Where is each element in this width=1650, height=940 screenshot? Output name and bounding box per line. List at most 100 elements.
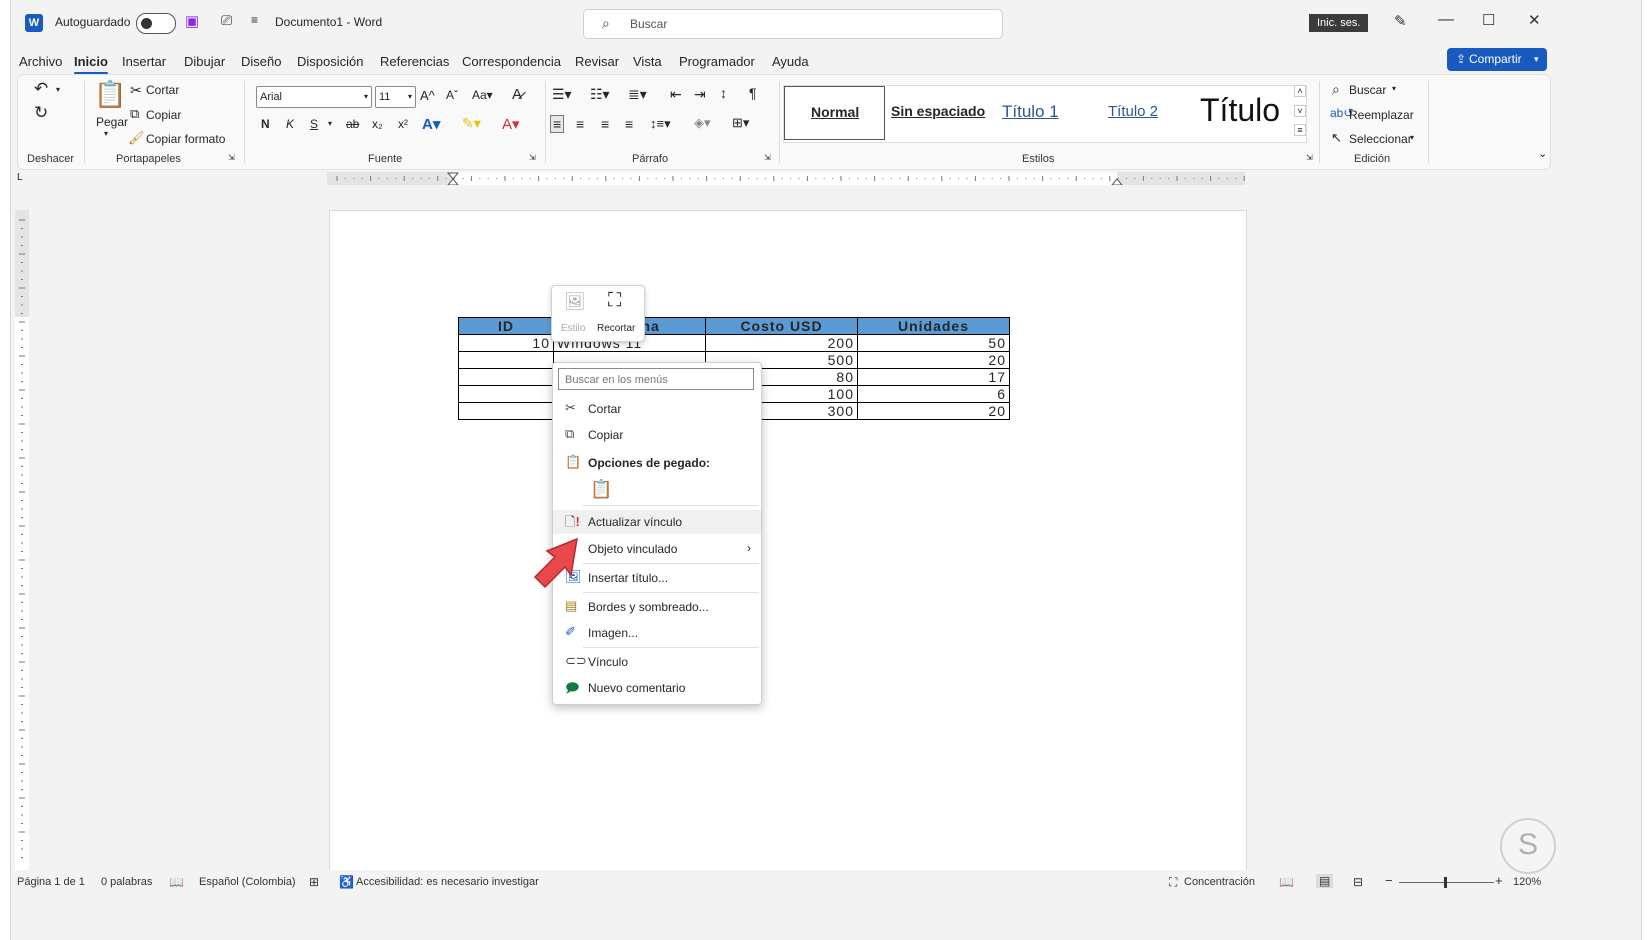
focus-mode[interactable]: Concentración [1184,876,1255,888]
find-icon[interactable]: ⌕ [1332,81,1340,98]
text-effects-icon[interactable]: A▾ [422,115,440,133]
style-no-spacing[interactable]: Sin espaciado [891,103,985,119]
minimize-button[interactable]: — [1438,11,1454,29]
underline-button[interactable]: S [310,117,318,131]
accessibility-icon[interactable]: ♿ [339,875,354,889]
tab-selector-icon[interactable]: L [17,172,23,183]
paste-dropdown-icon[interactable]: ▾ [104,129,108,138]
dialog-launcher-icon[interactable]: ⇲ [764,153,771,162]
style-heading-1[interactable]: Título 1 [1002,102,1059,122]
menu-item-copy[interactable]: ⧉ Copiar [553,423,761,447]
paste-icon[interactable]: 📋 [94,79,126,110]
style-title[interactable]: Título [1200,92,1280,129]
style-normal[interactable]: Normal [784,86,885,140]
chevron-down-icon[interactable]: ▾ [1410,133,1414,142]
multilevel-list-icon[interactable]: ≣▾ [628,86,647,103]
style-heading-2[interactable]: Título 2 [1108,103,1158,120]
dialog-launcher-icon[interactable]: ⇲ [529,153,536,162]
styles-more-icon[interactable]: ≡ [1294,124,1306,136]
tab-archivo[interactable]: Archivo [19,54,62,69]
signin-button[interactable]: Inic. ses. [1309,14,1369,32]
format-painter-label[interactable]: Copiar formato [146,132,225,146]
language[interactable]: Español (Colombia) [199,876,296,888]
dialog-launcher-icon[interactable]: ⇲ [1306,153,1313,162]
scissors-icon[interactable]: ✂ [130,82,142,99]
select-icon[interactable]: ↖ [1331,130,1342,146]
tab-dibujar[interactable]: Dibujar [184,54,225,69]
bold-button[interactable]: N [261,117,270,131]
menu-item-picture[interactable]: ✐ Imagen... [553,621,761,645]
format-painter-icon[interactable]: 🖌 [128,130,145,146]
tab-referencias[interactable]: Referencias [380,54,449,69]
collapse-ribbon-icon[interactable]: ⌄ [1538,147,1547,160]
tab-inicio[interactable]: Inicio [74,54,108,75]
menu-item-new-comment[interactable]: 🗩 Nuevo comentario [553,676,761,700]
copy-icon[interactable]: ⧉ [130,106,139,122]
shrink-font-icon[interactable]: Aˇ [446,88,458,102]
crop-icon[interactable]: ⛶ [608,290,621,312]
subscript-button[interactable]: x₂ [372,117,383,131]
tab-diseno[interactable]: Diseño [241,54,281,69]
align-right-button[interactable]: ≡ [601,116,609,132]
menu-item-cut[interactable]: ✂ Cortar [553,397,761,421]
menu-search-input[interactable]: Buscar en los menús [558,368,754,390]
pen-icon[interactable]: ✎ [1394,12,1407,30]
tab-disposicion[interactable]: Disposición [297,54,363,69]
show-marks-icon[interactable]: ¶ [749,85,757,101]
clear-format-icon[interactable]: A̷ [512,86,522,103]
numbering-icon[interactable]: ☷▾ [590,86,610,103]
menu-item-insert-caption[interactable]: 🖼 Insertar título... [553,566,761,590]
share-button[interactable]: ⇪ Compartir ▾ [1447,48,1547,71]
zoom-level[interactable]: 120% [1513,876,1541,888]
font-family-combo[interactable]: Arial ▾ [256,86,372,108]
zoom-slider-thumb[interactable] [1444,877,1447,888]
line-spacing-icon[interactable]: ↕≡▾ [650,116,671,132]
macro-icon[interactable]: ⊞ [309,875,319,889]
borders-icon[interactable]: ⊞▾ [732,115,749,131]
menu-item-update-link[interactable]: 🗋! Actualizar vínculo [553,510,761,534]
font-color-icon[interactable]: A▾ [502,115,520,133]
align-left-button[interactable]: ≡ [550,115,565,133]
zoom-out-button[interactable]: − [1385,873,1393,888]
tab-insertar[interactable]: Insertar [122,54,166,69]
page-count[interactable]: Página 1 de 1 [17,876,85,888]
chevron-down-icon[interactable]: ▾ [1392,84,1396,93]
dialog-launcher-icon[interactable]: ⇲ [228,153,235,162]
save-icon[interactable]: ▣ [185,12,199,30]
word-count[interactable]: 0 palabras [101,876,152,888]
redo-icon[interactable]: ↻ [34,103,48,123]
focus-icon[interactable]: ⛶ [1169,875,1177,890]
paste-label[interactable]: Pegar [96,115,128,129]
underline-dropdown-icon[interactable]: ▾ [328,119,332,128]
sort-icon[interactable]: ↕ [720,85,727,101]
menu-item-link[interactable]: ⊂⊃ Vínculo [553,650,761,674]
copy-label[interactable]: Copiar [146,108,181,122]
menu-item-borders-shading[interactable]: ▤ Bordes y sombreado... [553,595,761,619]
undo-dropdown-icon[interactable]: ▾ [56,85,60,94]
increase-indent-icon[interactable]: ⇥ [694,86,706,103]
web-layout-icon[interactable]: ⊟ [1353,875,1363,889]
crop-button-label[interactable]: Recortar [597,323,635,334]
justify-button[interactable]: ≡ [625,116,633,132]
italic-button[interactable]: K [286,117,294,131]
superscript-button[interactable]: x² [398,117,408,131]
accessibility-status[interactable]: Accesibilidad: es necesario investigar [356,876,539,888]
close-button[interactable]: ✕ [1528,11,1541,29]
vertical-ruler[interactable] [15,210,29,870]
tab-ayuda[interactable]: Ayuda [772,54,809,69]
style-button-label[interactable]: Estilo [561,323,585,334]
font-size-combo[interactable]: 11 ▾ [375,86,416,108]
select-label[interactable]: Seleccionar [1349,132,1412,146]
cut-label[interactable]: Cortar [146,83,179,97]
shading-icon[interactable]: ◈▾ [694,115,711,131]
read-mode-icon[interactable]: 📖 [1279,875,1294,889]
tab-vista[interactable]: Vista [633,54,662,69]
decrease-indent-icon[interactable]: ⇤ [670,86,682,103]
align-center-button[interactable]: ≡ [576,116,584,132]
autosave-toggle[interactable] [136,13,176,34]
paste-keep-format-icon[interactable]: 📋 [590,479,612,500]
grow-font-icon[interactable]: A^ [420,88,435,103]
tab-correspondencia[interactable]: Correspondencia [462,54,561,69]
maximize-button[interactable]: ☐ [1482,11,1495,29]
print-layout-icon[interactable]: ▤ [1316,874,1334,888]
